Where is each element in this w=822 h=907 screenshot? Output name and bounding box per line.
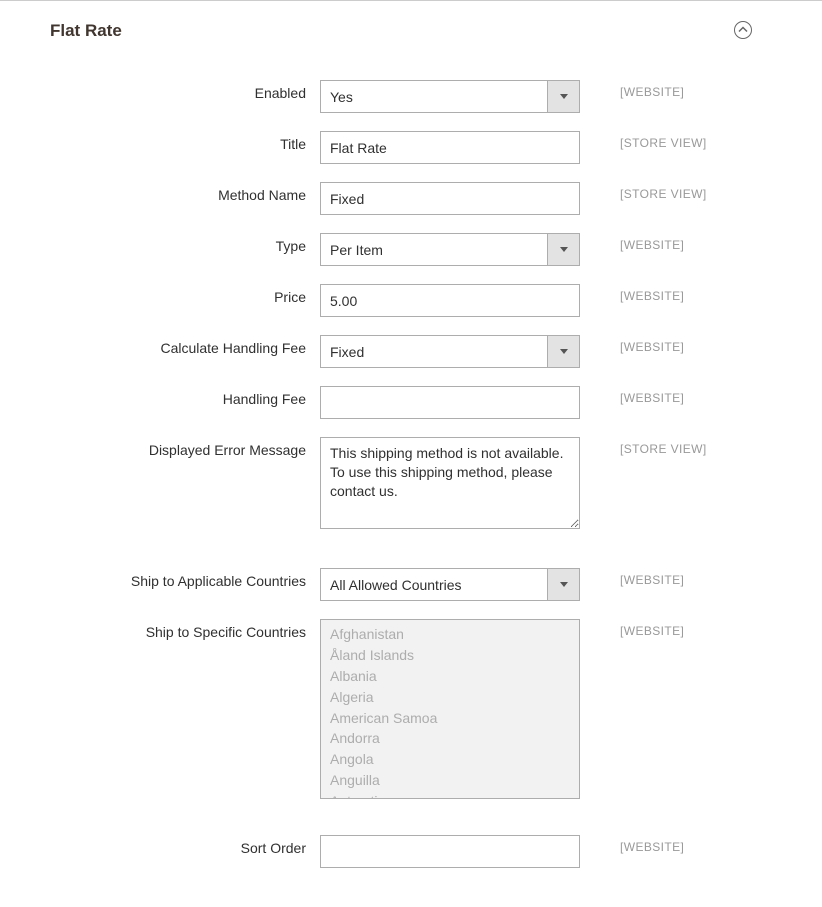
country-option[interactable]: Angola [321, 749, 579, 770]
input-method-name[interactable] [320, 182, 580, 215]
input-price[interactable] [320, 284, 580, 317]
scope-ship-applicable: [WEBSITE] [620, 573, 684, 587]
row-error-msg: Displayed Error Message [STORE VIEW] [50, 428, 772, 541]
select-enabled[interactable]: Yes [320, 80, 580, 113]
chevron-down-icon [547, 568, 580, 601]
select-ship-applicable-value: All Allowed Countries [320, 568, 547, 601]
multiselect-ship-specific[interactable]: AfghanistanÅland IslandsAlbaniaAlgeriaAm… [320, 619, 580, 799]
country-option[interactable]: Andorra [321, 728, 579, 749]
textarea-error-msg[interactable] [320, 437, 580, 529]
row-method-name: Method Name [STORE VIEW] [50, 173, 772, 224]
label-type: Type [276, 238, 306, 254]
row-price: Price [WEBSITE] [50, 275, 772, 326]
label-calc-handling: Calculate Handling Fee [160, 340, 306, 356]
scope-method-name: [STORE VIEW] [620, 187, 707, 201]
country-option[interactable]: Anguilla [321, 770, 579, 791]
select-enabled-value: Yes [320, 80, 547, 113]
country-option[interactable]: Åland Islands [321, 645, 579, 666]
chevron-down-icon [547, 233, 580, 266]
section-header: Flat Rate [50, 21, 772, 41]
row-sort-order: Sort Order [WEBSITE] [50, 826, 772, 877]
select-type[interactable]: Per Item [320, 233, 580, 266]
label-handling-fee: Handling Fee [223, 391, 306, 407]
country-option[interactable]: Albania [321, 666, 579, 687]
section-title: Flat Rate [50, 21, 122, 40]
select-calc-handling[interactable]: Fixed [320, 335, 580, 368]
input-sort-order[interactable] [320, 835, 580, 868]
country-option[interactable]: American Samoa [321, 708, 579, 729]
row-type: Type Per Item [WEBSITE] [50, 224, 772, 275]
label-ship-applicable: Ship to Applicable Countries [131, 573, 306, 589]
chevron-up-icon [738, 25, 748, 35]
label-ship-specific: Ship to Specific Countries [146, 624, 306, 640]
row-ship-specific: Ship to Specific Countries AfghanistanÅl… [50, 610, 772, 808]
flat-rate-section: Flat Rate Enabled Yes [WEBSITE] Title [S… [0, 1, 822, 907]
select-ship-applicable[interactable]: All Allowed Countries [320, 568, 580, 601]
label-enabled: Enabled [255, 85, 306, 101]
scope-calc-handling: [WEBSITE] [620, 340, 684, 354]
label-price: Price [274, 289, 306, 305]
form-table: Enabled Yes [WEBSITE] Title [STORE VIEW]… [50, 71, 772, 877]
country-option[interactable]: Afghanistan [321, 624, 579, 645]
label-method-name: Method Name [218, 187, 306, 203]
scope-error-msg: [STORE VIEW] [620, 442, 707, 456]
country-option[interactable]: Algeria [321, 687, 579, 708]
row-calc-handling: Calculate Handling Fee Fixed [WEBSITE] [50, 326, 772, 377]
scope-enabled: [WEBSITE] [620, 85, 684, 99]
country-option[interactable]: Antarctica [321, 791, 579, 799]
scope-type: [WEBSITE] [620, 238, 684, 252]
row-title: Title [STORE VIEW] [50, 122, 772, 173]
select-type-value: Per Item [320, 233, 547, 266]
row-handling-fee: Handling Fee [WEBSITE] [50, 377, 772, 428]
scope-price: [WEBSITE] [620, 289, 684, 303]
label-error-msg: Displayed Error Message [149, 442, 306, 458]
select-calc-handling-value: Fixed [320, 335, 547, 368]
input-handling-fee[interactable] [320, 386, 580, 419]
collapse-toggle[interactable] [734, 21, 752, 39]
chevron-down-icon [547, 80, 580, 113]
row-enabled: Enabled Yes [WEBSITE] [50, 71, 772, 122]
scope-title: [STORE VIEW] [620, 136, 707, 150]
scope-sort-order: [WEBSITE] [620, 840, 684, 854]
scope-ship-specific: [WEBSITE] [620, 624, 684, 638]
input-title[interactable] [320, 131, 580, 164]
label-title: Title [280, 136, 306, 152]
label-sort-order: Sort Order [241, 840, 306, 856]
chevron-down-icon [547, 335, 580, 368]
row-ship-applicable: Ship to Applicable Countries All Allowed… [50, 559, 772, 610]
scope-handling-fee: [WEBSITE] [620, 391, 684, 405]
